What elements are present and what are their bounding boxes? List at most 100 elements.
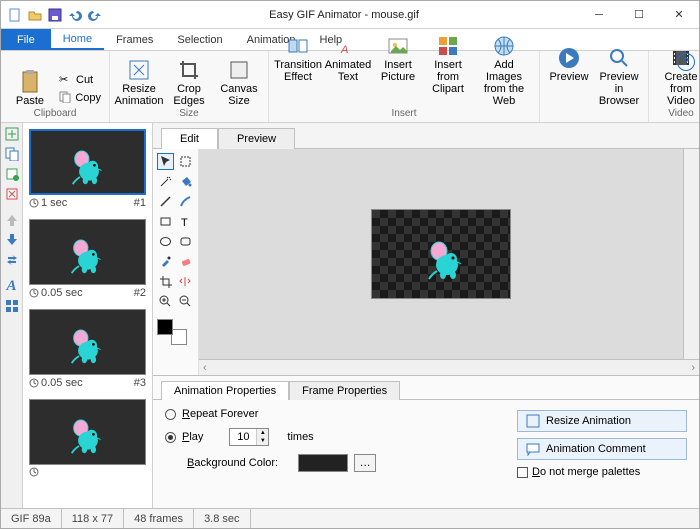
pointer-icon[interactable] [157,153,174,170]
spin-up[interactable]: ▲ [257,429,268,437]
file-tab[interactable]: File [1,29,51,50]
play-count-input[interactable] [230,429,256,445]
window-controls: ─ ☐ ✕ [579,1,699,29]
import-icon[interactable] [4,166,20,182]
frame-item[interactable] [29,399,146,477]
wand-icon[interactable] [157,173,174,190]
frame-thumbnail[interactable] [29,219,146,285]
crop2-icon[interactable] [157,273,174,290]
radio-play[interactable] [165,432,176,443]
radio-repeat[interactable] [165,409,176,420]
rect-icon[interactable] [157,213,174,230]
frame-list[interactable]: 1 sec#1 0.05 sec#2 0.05 sec#3 [23,123,153,508]
insert-clipart-button[interactable]: Insert from Clipart [423,32,473,95]
eyedropper-icon[interactable] [157,253,174,270]
text-icon[interactable]: T [178,213,195,230]
paste-label: Paste [16,95,44,107]
picture-icon [386,34,410,58]
tab-frames[interactable]: Frames [104,29,165,50]
status-format: GIF 89a [1,509,62,528]
foreground-color[interactable] [157,319,173,335]
bg-color-picker-button[interactable]: … [354,454,376,472]
reverse-icon[interactable] [4,252,20,268]
ellipse-icon[interactable] [157,233,174,250]
tab-home[interactable]: Home [51,29,104,50]
cut-button[interactable]: ✂Cut [55,72,105,88]
marquee-icon[interactable] [178,153,195,170]
eraser-icon[interactable] [178,253,195,270]
duplicate-icon[interactable] [4,146,20,162]
tab-animation-properties[interactable]: Animation Properties [161,381,289,400]
resize-animation-button[interactable]: Resize Animation [114,56,164,107]
canvas-content[interactable] [371,209,511,299]
frame-thumbnail[interactable] [29,129,146,195]
checkbox-icon[interactable] [517,467,528,478]
copy-button[interactable]: Copy [55,90,105,106]
editor-tabs: Edit Preview [153,123,699,149]
minimize-button[interactable]: ─ [579,1,619,29]
insert-picture-button[interactable]: Insert Picture [373,32,423,83]
play-count-spinner[interactable]: ▲▼ [229,428,269,446]
add-frame-icon[interactable] [4,126,20,142]
transition-effect-button[interactable]: Transition Effect [273,32,323,83]
side-toolbar: A [1,123,23,508]
animated-text-button[interactable]: AAnimated Text [323,32,373,83]
grid-icon[interactable] [4,298,20,314]
paste-button[interactable]: Paste [5,68,55,107]
background-color[interactable] [171,329,187,345]
save-icon[interactable] [47,7,63,23]
repeat-forever-option[interactable]: Repeat Forever [165,408,517,420]
play-icon [557,46,581,70]
color-swatch[interactable] [157,319,187,345]
bucket-icon[interactable] [178,173,195,190]
animation-comment-button[interactable]: Animation Comment [517,438,687,460]
maximize-button[interactable]: ☐ [619,1,659,29]
editor-pane: Edit Preview T ‹› [153,123,699,508]
canvas-wrap: ‹› [199,149,699,375]
merge-palettes-checkbox[interactable]: Do not merge palettes [517,466,687,478]
flip-icon[interactable] [178,273,195,290]
preview-button[interactable]: Preview [544,44,594,83]
frame-item[interactable]: 0.05 sec#3 [29,309,146,389]
tab-preview[interactable]: Preview [218,128,295,149]
canvas-size-button[interactable]: Canvas Size [214,56,264,107]
preview-browser-button[interactable]: Preview in Browser [594,44,644,107]
frame-item[interactable]: 1 sec#1 [29,129,146,209]
spin-down[interactable]: ▼ [257,437,268,445]
frame-thumbnail[interactable] [29,309,146,375]
close-button[interactable]: ✕ [659,1,699,29]
frame-thumbnail[interactable] [29,399,146,465]
roundrect-icon[interactable] [178,233,195,250]
vertical-scrollbar[interactable] [683,149,699,359]
undo-icon[interactable] [67,7,83,23]
canvas[interactable] [199,149,683,359]
tab-edit[interactable]: Edit [161,128,218,149]
zoom-out-icon[interactable] [178,293,195,310]
redo-icon[interactable] [87,7,103,23]
frame-index: #2 [134,287,146,299]
brush-icon[interactable] [178,193,195,210]
add-images-web-button[interactable]: Add Images from the Web [473,32,535,107]
delete-icon[interactable] [4,186,20,202]
background-color-row: Background Color: … [165,454,517,472]
resize-animation-prop-button[interactable]: Resize Animation [517,410,687,432]
move-up-icon[interactable] [4,212,20,228]
tab-frame-properties[interactable]: Frame Properties [289,381,400,400]
ribbon-help-icon[interactable]: ? [677,53,695,71]
line-icon[interactable] [157,193,174,210]
new-icon[interactable] [7,7,23,23]
zoom-in-icon[interactable] [157,293,174,310]
frame-item[interactable]: 0.05 sec#2 [29,219,146,299]
crop-edges-button[interactable]: Crop Edges [164,56,214,107]
work-area: A 1 sec#1 0.05 sec#2 0.05 sec#3 Edit Pre… [1,123,699,508]
tab-selection[interactable]: Selection [165,29,234,50]
open-icon[interactable] [27,7,43,23]
text-tool-icon[interactable]: A [4,278,20,294]
edit-area: T ‹› [153,149,699,376]
play-times-option[interactable]: Play ▲▼ times [165,428,517,446]
mouse-sprite [427,241,467,281]
horizontal-scrollbar[interactable]: ‹› [199,359,699,375]
move-down-icon[interactable] [4,232,20,248]
bg-color-swatch[interactable] [298,454,348,472]
create-from-video-button[interactable]: Create from Video [653,44,700,107]
